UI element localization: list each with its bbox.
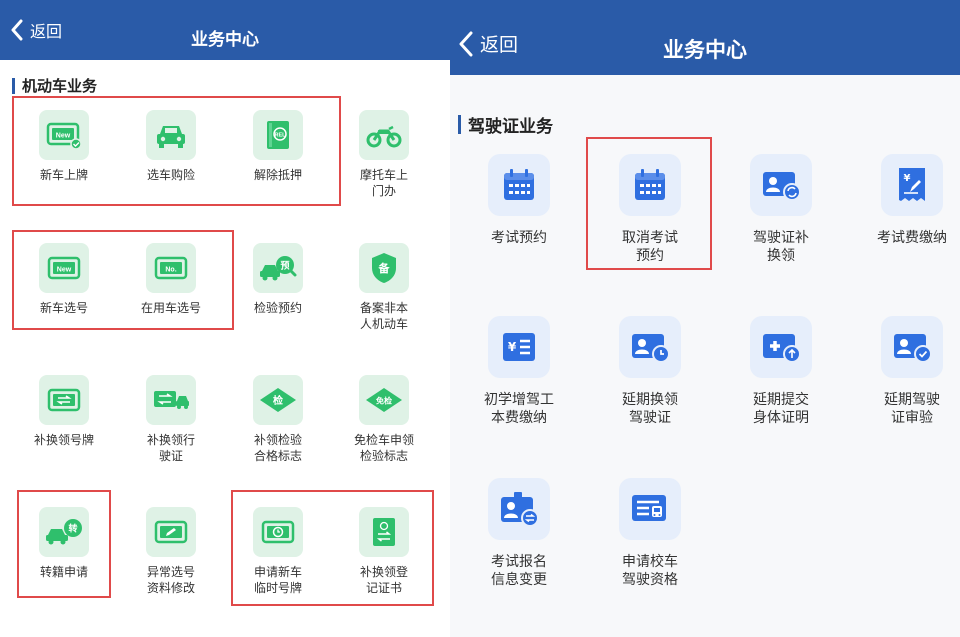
license-exchange-icon bbox=[146, 375, 196, 425]
service-registration-certificate[interactable]: 补换领登 记证书 bbox=[328, 507, 440, 596]
car-icon bbox=[146, 110, 196, 160]
inspection-badge-icon: 检 bbox=[253, 375, 303, 425]
service-license-replacement[interactable]: 补换领行 驶证 bbox=[115, 375, 227, 464]
header-bar: 返回 业务中心 bbox=[0, 0, 450, 60]
inspection-appointment-icon: 预 bbox=[253, 243, 303, 293]
service-inspection-appointment[interactable]: 预 检验预约 bbox=[222, 243, 334, 317]
medical-upload-icon bbox=[750, 316, 812, 378]
badge-exchange-icon bbox=[488, 478, 550, 540]
fee-list-icon: ¥ bbox=[488, 316, 550, 378]
bus-icon bbox=[619, 478, 681, 540]
service-exempt-inspection-mark[interactable]: 免检 免检车申领 检验标志 bbox=[328, 375, 440, 464]
document-icon: REL bbox=[253, 110, 303, 160]
motorcycle-icon bbox=[359, 110, 409, 160]
receipt-icon: ¥ bbox=[881, 154, 943, 216]
service-new-car-plate[interactable]: New 新车上牌 bbox=[8, 110, 120, 184]
service-new-car-number[interactable]: New 新车选号 bbox=[8, 243, 120, 317]
service-file-non-owner-vehicle[interactable]: 备 备案非本 人机动车 bbox=[328, 243, 440, 332]
right-panel: 返回 业务中心 驾驶证业务 考试预约 取消考试 预约 驾驶证补 换领 ¥ 考试费缴纳… bbox=[450, 0, 960, 637]
svg-text:免检: 免检 bbox=[376, 396, 392, 406]
svg-text:预: 预 bbox=[280, 261, 289, 272]
calendar-icon bbox=[619, 154, 681, 216]
edit-plate-icon bbox=[146, 507, 196, 557]
service-motorcycle-door[interactable]: 摩托车上 门办 bbox=[328, 110, 440, 199]
exempt-badge-icon: 免检 bbox=[359, 375, 409, 425]
service-delay-health-certificate[interactable]: 延期提交 身体证明 bbox=[716, 316, 846, 427]
svg-text:New: New bbox=[57, 267, 72, 274]
registration-book-icon bbox=[359, 507, 409, 557]
service-exam-fee-payment[interactable]: ¥ 考试费缴纳 bbox=[847, 154, 960, 247]
transfer-icon: 转 bbox=[39, 507, 89, 557]
page-title: 业务中心 bbox=[663, 38, 747, 62]
plate-no-icon: No. bbox=[146, 243, 196, 293]
service-delay-license-renewal[interactable]: 延期换领 驾驶证 bbox=[585, 316, 715, 427]
section-title: 驾驶证业务 bbox=[458, 112, 553, 137]
id-card-clock-icon bbox=[619, 316, 681, 378]
service-temporary-plate[interactable]: 申请新车 临时号牌 bbox=[222, 507, 334, 596]
service-used-car-number[interactable]: No. 在用车选号 bbox=[115, 243, 227, 317]
svg-text:检: 检 bbox=[273, 394, 283, 407]
service-transfer-application[interactable]: 转 转籍申请 bbox=[8, 507, 120, 581]
svg-text:转: 转 bbox=[68, 523, 77, 535]
service-inspection-mark-reissue[interactable]: 检 补领检验 合格标志 bbox=[222, 375, 334, 464]
service-select-car-insurance[interactable]: 选车购险 bbox=[115, 110, 227, 184]
service-plate-replacement[interactable]: 补换领号牌 bbox=[8, 375, 120, 449]
calendar-icon bbox=[488, 154, 550, 216]
left-panel: 返回 业务中心 机动车业务 New 新车上牌 选车购险 REL 解除抵押 摩托车… bbox=[0, 0, 450, 637]
service-delay-license-review[interactable]: 延期驾驶 证审验 bbox=[847, 316, 960, 427]
section-title: 机动车业务 bbox=[12, 75, 97, 96]
temp-plate-icon bbox=[253, 507, 303, 557]
svg-text:REL: REL bbox=[275, 133, 287, 139]
service-cancel-exam-appointment[interactable]: 取消考试 预约 bbox=[585, 154, 715, 265]
page-title: 业务中心 bbox=[191, 30, 259, 50]
service-exam-registration-change[interactable]: 考试报名 信息变更 bbox=[454, 478, 584, 589]
service-exam-appointment[interactable]: 考试预约 bbox=[454, 154, 584, 247]
service-license-reissue[interactable]: 驾驶证补 换领 bbox=[716, 154, 846, 265]
new-plate-icon: New bbox=[39, 110, 89, 160]
service-learner-fee-payment[interactable]: ¥ 初学增驾工 本费缴纳 bbox=[454, 316, 584, 427]
svg-text:No.: No. bbox=[165, 267, 176, 274]
svg-text:¥: ¥ bbox=[904, 173, 911, 184]
new-plate-icon: New bbox=[39, 243, 89, 293]
svg-text:¥: ¥ bbox=[508, 340, 517, 354]
id-card-exchange-icon bbox=[750, 154, 812, 216]
service-school-bus-qualification[interactable]: 申请校车 驾驶资格 bbox=[585, 478, 715, 589]
svg-text:New: New bbox=[56, 133, 71, 140]
svg-text:备: 备 bbox=[378, 261, 391, 275]
shield-icon: 备 bbox=[359, 243, 409, 293]
plate-exchange-icon bbox=[39, 375, 89, 425]
service-release-mortgage[interactable]: REL 解除抵押 bbox=[222, 110, 334, 184]
service-abnormal-number-edit[interactable]: 异常选号 资料修改 bbox=[115, 507, 227, 596]
id-card-check-icon bbox=[881, 316, 943, 378]
header-bar: 返回 业务中心 bbox=[450, 0, 960, 75]
